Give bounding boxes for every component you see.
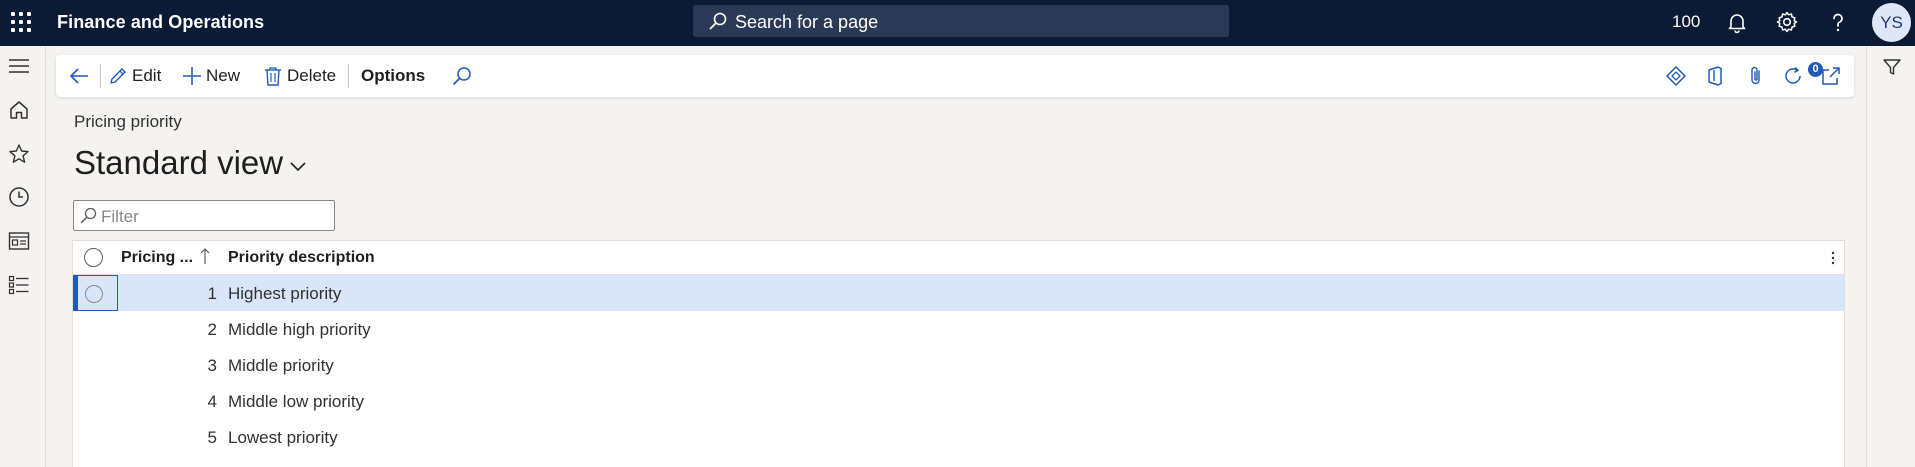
cell-description[interactable]: Middle high priority <box>228 320 371 340</box>
cell-description[interactable]: Lowest priority <box>228 428 338 448</box>
bell-icon[interactable] <box>1725 10 1749 34</box>
table-row[interactable]: 4 Middle low priority <box>73 383 1844 419</box>
right-rail <box>1866 46 1915 467</box>
cell-pricing[interactable]: 1 <box>169 284 217 304</box>
row-checkbox[interactable] <box>85 285 103 303</box>
help-icon[interactable] <box>1826 10 1850 34</box>
workspaces-icon[interactable] <box>8 230 30 252</box>
sort-ascending-icon <box>200 248 210 264</box>
filter-search-icon <box>80 207 97 224</box>
power-apps-icon[interactable] <box>1665 65 1687 87</box>
select-all-checkbox[interactable] <box>84 248 103 267</box>
view-selector[interactable]: Standard view <box>74 144 307 182</box>
cell-pricing[interactable]: 5 <box>169 428 217 448</box>
filter-input[interactable]: Filter <box>73 200 335 231</box>
favorites-star-icon[interactable] <box>8 143 30 165</box>
table-row[interactable]: 1 Highest priority <box>73 275 1844 311</box>
pricing-priority-grid: Pricing ... Priority description 1 Highe… <box>72 240 1845 467</box>
delete-button[interactable]: Delete <box>263 55 336 97</box>
plus-icon <box>183 67 201 85</box>
home-icon[interactable] <box>8 99 30 121</box>
cell-description[interactable]: Middle low priority <box>228 392 364 412</box>
left-nav-rail <box>0 46 46 467</box>
row-selector-cell[interactable] <box>77 275 118 311</box>
avatar[interactable]: YS <box>1872 3 1911 42</box>
action-search-icon[interactable] <box>451 65 473 87</box>
table-row[interactable]: 3 Middle priority <box>73 347 1844 383</box>
cell-pricing[interactable]: 4 <box>169 392 217 412</box>
cell-pricing[interactable]: 3 <box>169 356 217 376</box>
search-placeholder: Search for a page <box>735 12 879 32</box>
gear-icon[interactable] <box>1775 10 1799 34</box>
app-launcher-icon[interactable] <box>10 11 32 33</box>
column-header-pricing[interactable]: Pricing ... <box>121 249 193 267</box>
column-header-description[interactable]: Priority description <box>228 249 375 267</box>
app-title[interactable]: Finance and Operations <box>57 12 264 33</box>
recent-clock-icon[interactable] <box>8 186 30 208</box>
table-row[interactable]: 5 Lowest priority <box>73 419 1844 455</box>
view-title: Standard view <box>74 144 284 181</box>
more-options-icon[interactable] <box>1830 249 1836 267</box>
new-label: New <box>206 66 241 85</box>
action-pane: Edit New Delete Options 0 <box>56 55 1854 97</box>
grid-header: Pricing ... Priority description <box>73 241 1844 275</box>
delete-label: Delete <box>287 66 337 85</box>
modules-list-icon[interactable] <box>8 274 30 296</box>
chevron-down-icon <box>290 162 306 172</box>
cell-pricing[interactable]: 2 <box>169 320 217 340</box>
cell-description[interactable]: Middle priority <box>228 356 334 376</box>
search-input[interactable]: Search for a page <box>693 5 1229 37</box>
search-icon <box>709 12 727 30</box>
back-arrow-icon <box>69 68 88 84</box>
filter-pane-icon[interactable] <box>1882 57 1902 77</box>
separator <box>348 64 349 88</box>
top-nav-bar: Finance and Operations Search for a page… <box>0 0 1915 46</box>
edit-button[interactable]: Edit <box>108 55 161 97</box>
office-icon[interactable] <box>1704 65 1726 87</box>
edit-label: Edit <box>132 66 162 85</box>
table-row[interactable]: 2 Middle high priority <box>73 311 1844 347</box>
open-new-window-icon[interactable] <box>1820 65 1842 87</box>
options-tab[interactable]: Options <box>361 55 425 97</box>
trash-icon <box>265 67 281 86</box>
refresh-icon[interactable] <box>1782 65 1804 87</box>
separator <box>100 64 101 88</box>
cell-description[interactable]: Highest priority <box>228 284 341 304</box>
page-caption: Pricing priority <box>74 112 182 131</box>
new-button[interactable]: New <box>182 55 240 97</box>
attachment-icon[interactable] <box>1745 65 1767 87</box>
back-button[interactable] <box>68 55 94 97</box>
filter-placeholder: Filter <box>101 207 139 226</box>
company-picker[interactable]: 100 <box>1672 12 1700 32</box>
pencil-icon <box>110 68 126 84</box>
hamburger-menu-icon[interactable] <box>8 55 30 77</box>
